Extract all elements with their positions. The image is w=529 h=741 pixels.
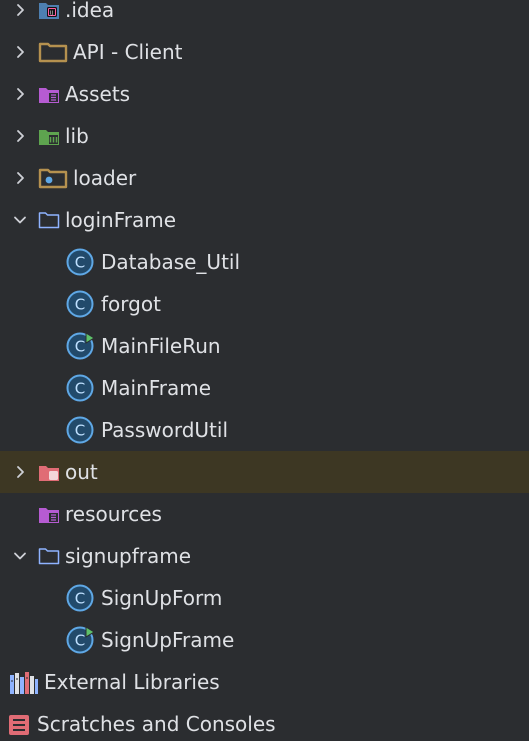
tree-item-label: loader xyxy=(73,166,137,190)
tree-item-label: PasswordUtil xyxy=(101,418,229,442)
tree-item-label: forgot xyxy=(101,292,161,316)
chevron-right-icon[interactable] xyxy=(13,128,29,144)
svg-text:C: C xyxy=(75,632,85,650)
tree-item-label: MainFileRun xyxy=(101,334,221,358)
tree-item-signupform[interactable]: C SignUpForm xyxy=(0,577,529,619)
chevron-down-icon[interactable] xyxy=(12,212,28,228)
tree-item-label: SignUpForm xyxy=(101,586,223,610)
tree-item-mainfilerun[interactable]: C MainFileRun xyxy=(0,325,529,367)
tree-item-label: External Libraries xyxy=(44,670,220,694)
tree-item-label: Scratches and Consoles xyxy=(37,712,276,736)
tree-item-database-util[interactable]: C Database_Util xyxy=(0,241,529,283)
resources-folder-icon xyxy=(39,508,59,523)
svg-text:C: C xyxy=(75,422,85,440)
tree-item-signupframe-class[interactable]: C SignUpFrame xyxy=(0,619,529,661)
svg-text:C: C xyxy=(75,590,85,608)
java-class-icon: C xyxy=(66,584,94,612)
svg-text:C: C xyxy=(75,296,85,314)
tree-item-signupframe[interactable]: signupframe xyxy=(0,535,529,577)
tree-item-loginframe[interactable]: loginFrame xyxy=(0,199,529,241)
svg-text:C: C xyxy=(75,254,85,272)
tree-item-lib[interactable]: lib xyxy=(0,115,529,157)
java-class-runnable-icon: C xyxy=(66,626,94,654)
chevron-right-icon[interactable] xyxy=(13,2,29,18)
java-class-icon: C xyxy=(66,374,94,402)
excluded-folder-icon xyxy=(39,466,59,481)
tree-item-out[interactable]: out xyxy=(0,451,529,493)
module-folder-icon xyxy=(38,168,68,189)
tree-item-api-client[interactable]: API - Client xyxy=(0,31,529,73)
tree-item-label: lib xyxy=(65,124,89,148)
module-folder-icon xyxy=(38,42,68,63)
tree-item-label: Database_Util xyxy=(101,250,241,274)
chevron-right-icon[interactable] xyxy=(13,170,29,186)
tree-item-resources[interactable]: resources xyxy=(0,493,529,535)
svg-text:C: C xyxy=(75,380,85,398)
tree-item-passwordutil[interactable]: C PasswordUtil xyxy=(0,409,529,451)
tree-item-label: MainFrame xyxy=(101,376,212,400)
tree-item-label: .idea xyxy=(65,0,115,22)
scratches-icon xyxy=(9,715,29,735)
external-libraries-icon xyxy=(10,672,38,694)
tree-item-mainframe[interactable]: C MainFrame xyxy=(0,367,529,409)
chevron-down-icon[interactable] xyxy=(12,548,28,564)
library-folder-icon xyxy=(39,130,59,145)
svg-text:IJ: IJ xyxy=(50,11,53,17)
tree-item-external-libraries[interactable]: External Libraries xyxy=(0,661,529,703)
tree-item-scratches-and-consoles[interactable]: Scratches and Consoles xyxy=(0,703,529,741)
tree-item-label: SignUpFrame xyxy=(101,628,235,652)
tree-item-label: signupframe xyxy=(65,544,192,568)
java-class-icon: C xyxy=(66,416,94,444)
chevron-right-icon[interactable] xyxy=(13,44,29,60)
tree-item-label: Assets xyxy=(65,82,131,106)
java-class-icon: C xyxy=(66,248,94,276)
svg-text:C: C xyxy=(75,338,85,356)
tree-item-loader[interactable]: loader xyxy=(0,157,529,199)
tree-item-label: resources xyxy=(65,502,162,526)
tree-item-assets[interactable]: Assets xyxy=(0,73,529,115)
tree-item-label: loginFrame xyxy=(65,208,177,232)
tree-item-label: API - Client xyxy=(73,40,183,64)
project-tree: IJ .idea API - Client Assets lib loader … xyxy=(0,0,529,741)
idea-folder-icon: IJ xyxy=(39,3,59,19)
java-class-icon: C xyxy=(66,290,94,318)
package-folder-icon xyxy=(38,548,60,565)
chevron-right-icon[interactable] xyxy=(13,86,29,102)
tree-item-forgot[interactable]: C forgot xyxy=(0,283,529,325)
tree-item-idea[interactable]: IJ .idea xyxy=(0,0,529,31)
java-class-runnable-icon: C xyxy=(66,332,94,360)
tree-item-label: out xyxy=(65,460,98,484)
package-folder-icon xyxy=(38,212,60,229)
resources-folder-icon xyxy=(39,88,59,103)
chevron-right-icon[interactable] xyxy=(13,464,29,480)
